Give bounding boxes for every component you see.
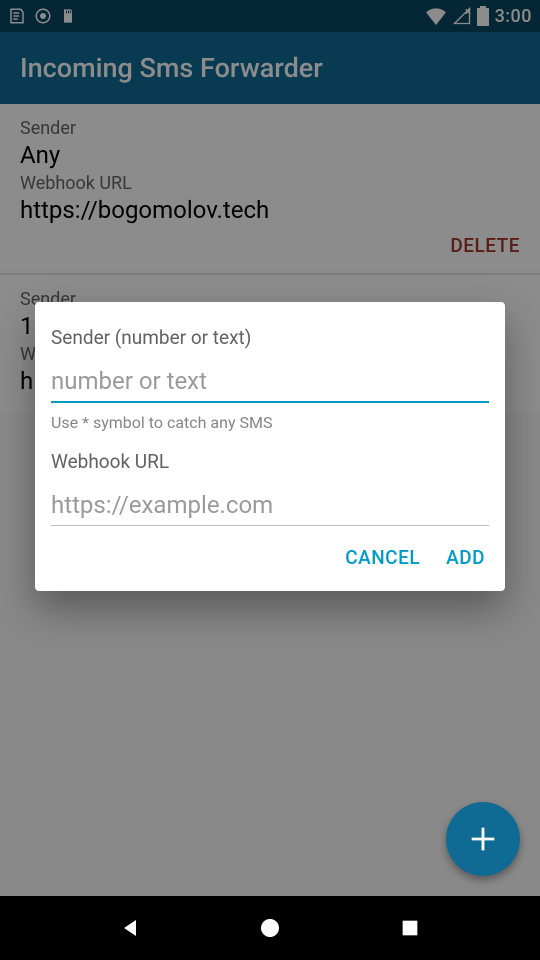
nav-recent-button[interactable] (396, 914, 424, 942)
add-forwarder-dialog: Sender (number or text) Use * symbol to … (35, 302, 505, 591)
sender-field-label: Sender (number or text) (51, 326, 489, 349)
android-nav-bar (0, 896, 540, 960)
add-fab[interactable] (446, 802, 520, 876)
plus-icon (466, 822, 500, 856)
nav-back-button[interactable] (116, 914, 144, 942)
nav-home-button[interactable] (256, 914, 284, 942)
home-circle-icon (258, 916, 282, 940)
add-button[interactable]: ADD (446, 546, 485, 569)
dialog-actions: CANCEL ADD (51, 526, 489, 579)
url-field-label: Webhook URL (51, 450, 489, 473)
cancel-button[interactable]: CANCEL (345, 546, 420, 569)
recent-square-icon (399, 917, 421, 939)
sender-input[interactable] (51, 363, 489, 403)
sender-helper-text: Use * symbol to catch any SMS (51, 413, 489, 432)
webhook-url-input[interactable] (51, 487, 489, 526)
back-triangle-icon (118, 916, 142, 940)
